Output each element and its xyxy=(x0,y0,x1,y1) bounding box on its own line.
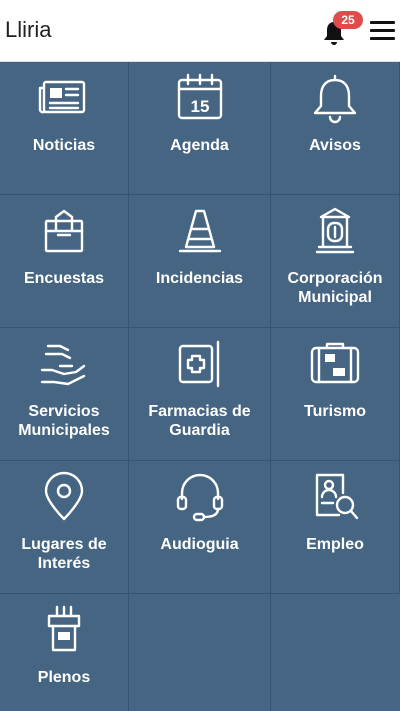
tile-servicios-municipales[interactable]: Servicios Municipales xyxy=(0,328,129,461)
tile-label: Lugares de Interés xyxy=(21,536,107,572)
tile-empleo[interactable]: Empleo xyxy=(271,461,400,594)
tile-label: Turismo xyxy=(304,403,366,420)
empty-tile xyxy=(129,594,271,711)
traffic-cone-icon xyxy=(178,209,221,253)
notification-badge[interactable]: 25 xyxy=(333,11,363,29)
top-bar: Lliria 25 xyxy=(0,0,400,62)
tile-label: Plenos xyxy=(37,669,91,686)
helping-hand-icon xyxy=(40,344,86,386)
ballot-box-icon xyxy=(44,209,84,253)
tile-label: Encuestas xyxy=(23,270,105,287)
tile-plenos[interactable]: Plenos xyxy=(0,594,129,711)
bell-icon xyxy=(313,74,357,124)
tile-label: Incidencias xyxy=(155,270,244,287)
headset-icon xyxy=(176,473,223,522)
pharmacy-icon xyxy=(178,340,219,388)
tile-agenda[interactable]: 15 Agenda xyxy=(129,62,271,195)
app-title: Lliria xyxy=(5,17,52,42)
tile-audioguia[interactable]: Audioguia xyxy=(129,461,271,594)
podium-icon xyxy=(47,605,81,652)
calendar-icon: 15 xyxy=(177,73,222,120)
tile-incidencias[interactable]: Incidencias xyxy=(129,195,271,328)
tile-label: Farmacias de Guardia xyxy=(148,403,251,439)
map-pin-icon xyxy=(44,471,84,521)
hamburger-menu-icon[interactable] xyxy=(370,21,396,41)
tile-corporacion-municipal[interactable]: Corporación Municipal xyxy=(271,195,400,328)
tile-noticias[interactable]: Noticias xyxy=(0,62,129,195)
tile-label: Corporación Municipal xyxy=(287,270,383,306)
newspaper-icon xyxy=(38,80,86,114)
tile-label: Audioguia xyxy=(160,536,239,553)
tile-label: Avisos xyxy=(309,137,361,154)
tile-label: Servicios Municipales xyxy=(18,403,110,439)
tile-label: Agenda xyxy=(170,137,229,154)
empty-tile xyxy=(271,594,400,711)
suitcase-icon xyxy=(310,342,360,384)
town-hall-icon xyxy=(315,207,355,254)
tile-farmacias-de-guardia[interactable]: Farmacias de Guardia xyxy=(129,328,271,461)
resume-search-icon xyxy=(315,473,359,520)
calendar-day: 15 xyxy=(190,97,209,116)
tile-label: Noticias xyxy=(32,137,96,154)
tile-lugares-de-interes[interactable]: Lugares de Interés xyxy=(0,461,129,594)
tile-turismo[interactable]: Turismo xyxy=(271,328,400,461)
tile-avisos[interactable]: Avisos xyxy=(271,62,400,195)
tile-label: Empleo xyxy=(306,536,364,553)
tile-encuestas[interactable]: Encuestas xyxy=(0,195,129,328)
menu-grid: Noticias 15 Agenda Avisos Encuestas Inci… xyxy=(0,62,400,711)
